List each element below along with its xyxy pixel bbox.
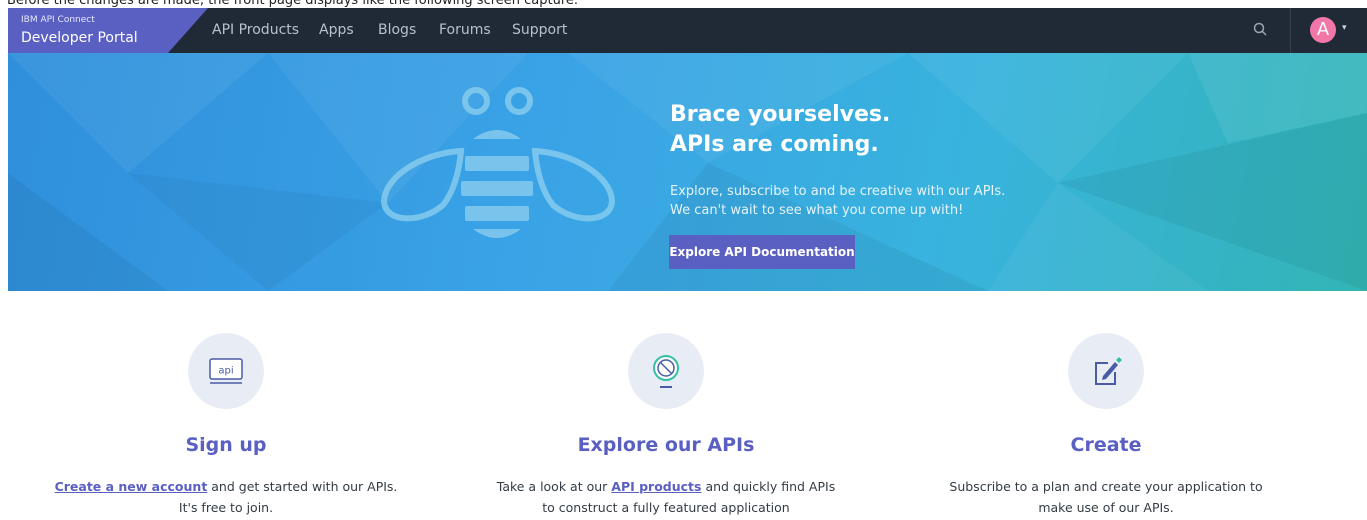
navbar-divider <box>1290 8 1291 53</box>
brand-product-name: IBM API Connect <box>21 15 95 25</box>
feature-title: Explore our APIs <box>577 434 755 456</box>
page-caption: Before the changes are made, the front p… <box>7 0 579 8</box>
explore-api-documentation-button[interactable]: Explore API Documentation <box>669 235 855 269</box>
hero-title-line-2: APIs are coming. <box>670 132 879 157</box>
api-products-link[interactable]: API products <box>611 479 701 494</box>
nav-blogs[interactable]: Blogs <box>378 22 416 38</box>
feature-text-line-2: to construct a fully featured applicatio… <box>542 500 790 515</box>
feature-description: Subscribe to a plan and create your appl… <box>896 476 1316 518</box>
api-icon: api <box>188 333 264 409</box>
feature-title: Sign up <box>185 434 267 456</box>
nav-forums[interactable]: Forums <box>439 22 491 38</box>
feature-text: and get started with our APIs. <box>207 479 398 494</box>
feature-text: Subscribe to a plan and create your appl… <box>949 479 1263 494</box>
hero-subtitle-line-1: Explore, subscribe to and be creative wi… <box>670 184 1006 199</box>
globe-icon <box>628 333 704 409</box>
feature-sign-up: api Sign up Create a new account and get… <box>16 333 436 518</box>
feature-title: Create <box>1070 434 1142 456</box>
hero-title-line-1: Brace yourselves. <box>670 102 891 127</box>
create-account-link[interactable]: Create a new account <box>55 479 208 494</box>
feature-text-line-2: make use of our APIs. <box>1038 500 1174 515</box>
nav-apps[interactable]: Apps <box>319 22 354 38</box>
nav-support[interactable]: Support <box>512 22 567 38</box>
edit-icon <box>1068 333 1144 409</box>
hero-subtitle-line-2: We can't wait to see what you come up wi… <box>670 203 964 218</box>
api-icon-text: api <box>218 366 233 377</box>
brand-logo[interactable]: IBM API Connect Developer Portal <box>8 8 208 53</box>
top-navbar: IBM API Connect Developer Portal API Pro… <box>8 8 1367 53</box>
feature-text-line-2: It's free to join. <box>178 500 274 515</box>
chevron-down-icon[interactable]: ▾ <box>1342 23 1347 33</box>
feature-description: Take a look at our API products and quic… <box>456 476 876 518</box>
hero-subtitle: Explore, subscribe to and be creative wi… <box>670 182 1005 220</box>
feature-explore: Explore our APIs Take a look at our API … <box>456 333 876 518</box>
hero-banner: Brace yourselves. APIs are coming. Explo… <box>8 53 1367 291</box>
feature-text: Take a look at our <box>496 479 612 494</box>
feature-description: Create a new account and get started wit… <box>16 476 436 518</box>
user-avatar[interactable]: A <box>1310 17 1336 43</box>
feature-create: Create Subscribe to a plan and create yo… <box>896 333 1316 518</box>
feature-text: and quickly find APIs <box>701 479 836 494</box>
brand-portal-name: Developer Portal <box>21 30 138 46</box>
search-icon[interactable] <box>1252 21 1270 39</box>
nav-api-products[interactable]: API Products <box>212 22 299 38</box>
hero-title: Brace yourselves. APIs are coming. <box>670 100 890 160</box>
bee-illustration <box>380 87 616 238</box>
